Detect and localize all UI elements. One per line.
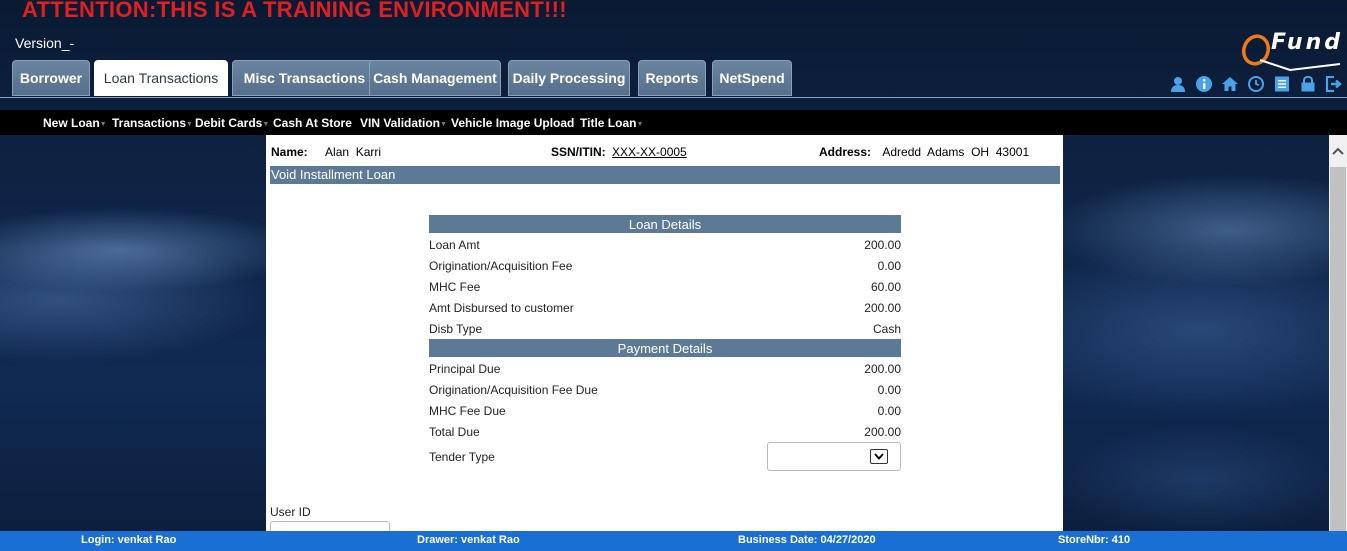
name-label: Name: — [271, 145, 308, 159]
submenu-vehicle-image-upload[interactable]: Vehicle Image Upload — [451, 116, 574, 130]
info-icon[interactable] — [1194, 74, 1214, 94]
vertical-scrollbar[interactable] — [1329, 135, 1347, 531]
footer-business-date: Business Date: 04/27/2020 — [738, 534, 876, 546]
clock-icon[interactable] — [1246, 74, 1266, 94]
tab-netspend[interactable]: NetSpend — [712, 60, 792, 96]
ssn-label: SSN/ITIN: — [551, 145, 606, 159]
principal-due-value: 200.00 — [864, 362, 901, 376]
caret-down-icon: ▼ — [99, 121, 107, 128]
submenu-label: VIN Validation — [360, 116, 441, 130]
tab-borrower[interactable]: Borrower — [12, 60, 90, 96]
address-label: Address: — [819, 145, 872, 159]
disb-type-label: Disb Type — [429, 322, 483, 336]
lock-icon[interactable] — [1298, 74, 1318, 94]
tab-daily-processing[interactable]: Daily Processing — [508, 60, 630, 96]
loan-amt-value: 200.00 — [864, 238, 901, 252]
tab-reports[interactable]: Reports — [638, 60, 706, 96]
footer-drawer: Drawer: venkat Rao — [417, 534, 520, 546]
submenu-cash-at-store[interactable]: Cash At Store — [273, 116, 352, 130]
origination-fee-value: 0.00 — [877, 259, 901, 273]
submenu-label: Cash At Store — [273, 116, 352, 130]
customer-ssn: SSN/ITIN: XXX-XX-0005 — [551, 145, 687, 159]
mhc-fee-due-value: 0.00 — [877, 404, 901, 418]
payment-details-header: Payment Details — [429, 339, 901, 357]
status-footer: Login: venkat Rao Drawer: venkat Rao Bus… — [0, 531, 1347, 551]
footer-store: StoreNbr: 410 — [1058, 534, 1131, 546]
tender-type-select[interactable] — [767, 442, 901, 471]
page-title: Void Installment Loan — [270, 166, 1060, 184]
tender-type-label: Tender Type — [429, 450, 495, 464]
submenu-label: Title Loan — [580, 116, 637, 130]
customer-address: Address: Adredd Adams OH 43001 — [819, 145, 1029, 159]
mhc-fee-value: 60.00 — [870, 280, 901, 294]
submenu-label: Vehicle Image Upload — [451, 116, 575, 130]
ssn-value[interactable]: XXX-XX-0005 — [612, 145, 687, 159]
total-due-label: Total Due — [429, 425, 480, 439]
mhc-fee-label: MHC Fee — [429, 280, 481, 294]
version-label: Version_- — [15, 35, 75, 51]
chevron-down-icon[interactable] — [870, 449, 888, 464]
tab-misc-transactions[interactable]: Misc Transactions — [232, 60, 377, 96]
submenu-new-loan[interactable]: New Loan▼ — [43, 116, 107, 130]
submenu-label: Transactions — [112, 116, 187, 130]
scroll-up-icon[interactable] — [1329, 143, 1347, 159]
user-icon[interactable] — [1168, 74, 1188, 94]
amt-disbursed-label: Amt Disbursed to customer — [429, 301, 574, 315]
home-icon[interactable] — [1220, 74, 1240, 94]
principal-due-label: Principal Due — [429, 362, 501, 376]
logout-icon[interactable] — [1324, 74, 1344, 94]
submenu-bar: New Loan▼ Transactions▼ Debit Cards▼ Cas… — [0, 110, 1347, 135]
footer-login: Login: venkat Rao — [81, 534, 177, 546]
origination-fee-label: Origination/Acquisition Fee — [429, 259, 573, 273]
training-banner: ATTENTION:THIS IS A TRAINING ENVIRONMENT… — [22, 0, 567, 22]
customer-name: Name: Alan Karri — [271, 145, 381, 159]
tab-loan-transactions[interactable]: Loan Transactions — [94, 60, 228, 96]
mhc-fee-due-label: MHC Fee Due — [429, 404, 506, 418]
header-icons — [1168, 74, 1347, 94]
origination-fee-due-value: 0.00 — [877, 383, 901, 397]
disb-type-value: Cash — [872, 322, 901, 336]
loan-amt-label: Loan Amt — [429, 238, 480, 252]
submenu-label: Debit Cards — [195, 116, 263, 130]
content-panel — [266, 135, 1063, 531]
address-value: Adredd Adams OH 43001 — [882, 145, 1030, 159]
submenu-title-loan[interactable]: Title Loan▼ — [580, 116, 643, 130]
header-divider — [0, 97, 1347, 98]
name-value: Alan Karri — [325, 145, 382, 159]
caret-down-icon: ▼ — [186, 121, 193, 128]
caret-down-icon: ▼ — [636, 121, 644, 128]
caret-down-icon: ▼ — [440, 121, 447, 128]
submenu-transactions[interactable]: Transactions▼ — [112, 116, 193, 130]
tab-cash-management[interactable]: Cash Management — [369, 60, 501, 96]
submenu-label: New Loan — [43, 116, 100, 130]
scrollbar-thumb[interactable] — [1330, 167, 1346, 531]
caret-down-icon: ▼ — [262, 121, 270, 128]
submenu-vin-validation[interactable]: VIN Validation▼ — [360, 116, 447, 130]
loan-details-header: Loan Details — [429, 215, 901, 233]
submenu-debit-cards[interactable]: Debit Cards▼ — [195, 116, 269, 130]
logo-text: Fund — [1271, 30, 1343, 55]
user-id-label: User ID — [270, 505, 311, 519]
origination-fee-due-label: Origination/Acquisition Fee Due — [429, 383, 598, 397]
amt-disbursed-value: 200.00 — [864, 301, 901, 315]
list-icon[interactable] — [1272, 74, 1292, 94]
total-due-value: 200.00 — [864, 425, 901, 439]
